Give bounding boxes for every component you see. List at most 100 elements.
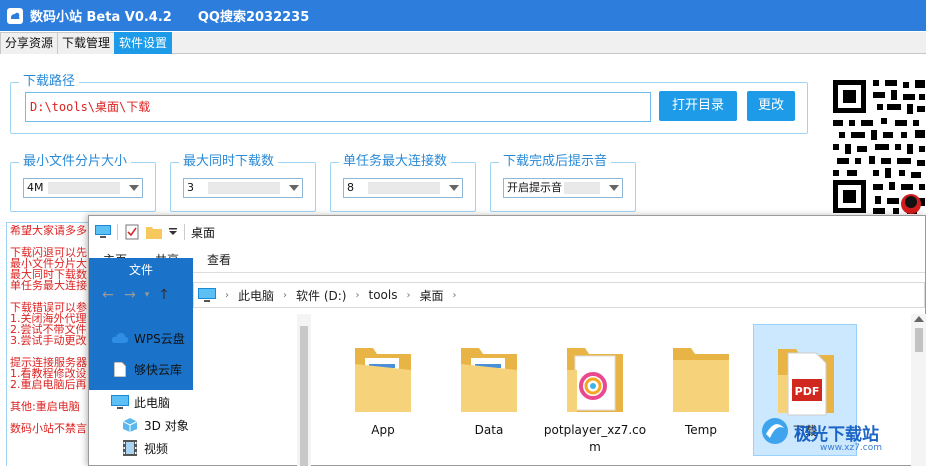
svg-text:PDF: PDF (795, 385, 820, 398)
nav-item-label: 3D 对象 (144, 418, 189, 433)
file-item-temp[interactable]: Temp (649, 324, 753, 456)
completion-sound-label: 下载完成后提示音 (499, 154, 612, 170)
cube-icon (121, 417, 139, 433)
navigation-pane: WPS云盘 够快云库 此电脑 3D 对象 视频 (89, 314, 297, 466)
back-arrow-icon[interactable]: ← (97, 287, 119, 303)
info-line: 希望大家请多多 (10, 225, 87, 237)
ribbon-tabs: 文件 主页 共享 查看 (89, 248, 925, 390)
recent-chevron-icon[interactable]: ▾ (141, 290, 153, 300)
completion-sound-value: 开启提示音 (507, 181, 562, 194)
max-concurrent-downloads-select[interactable]: 3 (183, 178, 303, 198)
file-item-potplayer[interactable]: potplayer_xz7.com (543, 324, 647, 456)
info-panel: 希望大家请多多 下载闪退可以先 最小文件分片大 最大同时下载数 单任务最大连接 … (10, 225, 88, 466)
navigation-bar: ← → ▾ ↑ › 此电脑 › 软件 (D:) › tools › 桌面 › (89, 280, 925, 310)
tab-download-manager[interactable]: 下载管理 (57, 32, 116, 54)
file-name: Data (474, 423, 504, 437)
media-folder-icon (567, 348, 623, 412)
chevron-right-icon: › (283, 289, 288, 301)
min-chunk-size-value: 4M (27, 181, 44, 194)
min-chunk-size-select[interactable]: 4M (23, 178, 143, 198)
nav-item-this-pc[interactable]: 此电脑 (111, 392, 170, 412)
info-line: 3.尝试手动更改 (10, 334, 87, 347)
chevron-down-icon (129, 185, 139, 191)
file-item-data[interactable]: Data (437, 324, 541, 456)
aurora-logo-icon (760, 416, 790, 449)
nav-item-wps-cloud[interactable]: WPS云盘 (111, 328, 185, 348)
watermark-url: www.xz7.com (820, 443, 882, 453)
address-bar[interactable]: › 此电脑 › 软件 (D:) › tools › 桌面 › (193, 282, 925, 308)
nav-item-label: 此电脑 (134, 395, 171, 410)
nav-item-3d-objects[interactable]: 3D 对象 (121, 415, 189, 435)
file-name: potplayer_xz7.com (543, 423, 647, 454)
forward-arrow-icon[interactable]: → (119, 287, 141, 303)
nav-item-label: 视频 (144, 441, 169, 456)
explorer-title-bar: 桌面 (89, 216, 925, 248)
address-segment[interactable]: tools (368, 288, 397, 302)
address-segment[interactable]: 此电脑 (238, 287, 274, 304)
max-connections-label: 单任务最大连接数 (339, 154, 452, 170)
open-directory-button[interactable]: 打开目录 (659, 91, 737, 121)
download-path-input[interactable]: D:\tools\桌面\下载 (25, 92, 651, 122)
computer-icon (198, 288, 216, 302)
file-item-app[interactable]: App (331, 324, 435, 456)
chevron-right-icon: › (406, 289, 411, 301)
download-path-label: 下载路径 (19, 74, 80, 90)
watermark-logo: 极光下载站 www.xz7.com (760, 412, 926, 453)
computer-icon (111, 394, 129, 410)
new-folder-icon[interactable] (146, 224, 162, 240)
info-line: 其他:重启电脑 (10, 400, 80, 413)
chevron-down-icon (609, 185, 619, 191)
address-segment[interactable]: 软件 (D:) (296, 287, 346, 304)
main-tabs: 分享资源 下载管理 软件设置 (0, 32, 926, 54)
info-line: 2.重启电脑后再 (10, 378, 87, 391)
app-title: 数码小站 Beta V0.4.2 (30, 10, 172, 25)
max-concurrent-downloads-value: 3 (187, 181, 194, 194)
completion-sound-group: 下载完成后提示音 开启提示音 (490, 154, 636, 212)
nav-pane-scrollbar[interactable] (297, 314, 311, 466)
chevron-right-icon: › (355, 289, 360, 301)
nav-item-label: WPS云盘 (134, 331, 185, 346)
max-connections-group: 单任务最大连接数 8 (330, 154, 476, 212)
file-name: Temp (685, 423, 717, 437)
change-path-button[interactable]: 更改 (747, 91, 795, 121)
file-name: App (371, 423, 395, 437)
max-concurrent-downloads-label: 最大同时下载数 (179, 154, 279, 170)
up-arrow-icon[interactable]: ↑ (153, 287, 175, 303)
info-line: 单任务最大连接 (10, 279, 87, 292)
title-bar: 数码小站 Beta V0.4.2 QQ搜索2032235 (0, 0, 926, 31)
video-icon (121, 440, 139, 456)
folder-icon (673, 348, 729, 412)
chevron-right-icon: › (452, 289, 457, 301)
tab-software-settings[interactable]: 软件设置 (114, 32, 173, 54)
nav-item-videos[interactable]: 视频 (121, 438, 168, 458)
min-chunk-size-group: 最小文件分片大小 4M (10, 154, 156, 212)
max-connections-select[interactable]: 8 (343, 178, 463, 198)
qq-search-text: QQ搜索2032235 (197, 10, 310, 25)
nav-item-label: 够快云库 (134, 362, 183, 377)
max-concurrent-downloads-group: 最大同时下载数 3 (170, 154, 316, 212)
nav-item-gokuai[interactable]: 够快云库 (111, 359, 182, 379)
qr-code-image (831, 76, 926, 216)
folder-icon (461, 348, 517, 412)
min-chunk-size-label: 最小文件分片大小 (19, 154, 132, 170)
chevron-right-icon: › (225, 289, 229, 301)
max-connections-value: 8 (347, 181, 354, 194)
watermark-text: 极光下载站 (794, 424, 879, 445)
cloud-icon (111, 330, 129, 346)
address-segment[interactable]: 桌面 (419, 287, 443, 304)
folder-icon (355, 348, 411, 412)
tab-share-resources[interactable]: 分享资源 (0, 32, 59, 54)
info-line: 数码小站不禁言 (10, 422, 87, 435)
properties-check-icon[interactable] (124, 224, 140, 240)
explorer-window-title: 桌面 (191, 225, 216, 240)
ribbon-tab-view[interactable]: 查看 (193, 248, 245, 273)
customize-chevron-icon[interactable] (168, 224, 178, 240)
download-path-group: 下载路径 D:\tools\桌面\下载 打开目录 更改 (10, 74, 808, 134)
pdf-folder-icon: PDF (778, 349, 834, 416)
app-logo-icon (6, 7, 24, 25)
document-icon (111, 361, 129, 377)
completion-sound-select[interactable]: 开启提示音 (503, 178, 623, 198)
computer-icon[interactable] (95, 224, 111, 240)
chevron-down-icon (289, 185, 299, 191)
chevron-down-icon (449, 185, 459, 191)
